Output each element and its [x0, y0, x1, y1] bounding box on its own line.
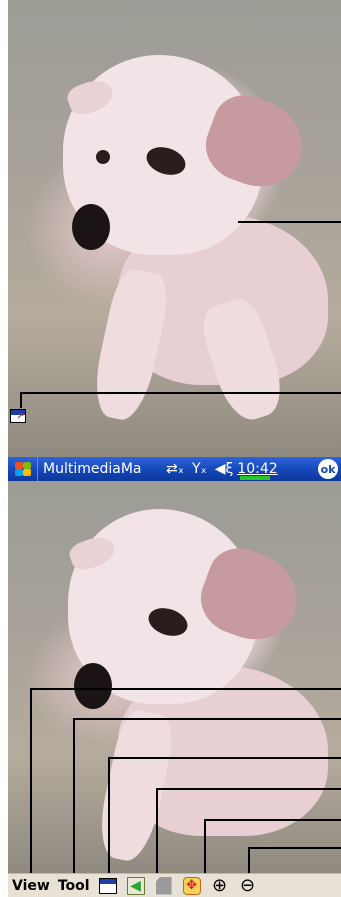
photo-view-bottom [8, 481, 341, 873]
callout-line [204, 819, 206, 873]
callout-line [248, 847, 341, 849]
menu-view[interactable]: View [8, 878, 54, 894]
puppy-nose [74, 663, 112, 709]
window-toggle-icon [98, 877, 117, 894]
clock-text: 10:42 [237, 461, 278, 477]
battery-indicator [240, 476, 271, 480]
callout-line [30, 688, 32, 873]
disabled-button [154, 876, 174, 896]
callout-line [30, 688, 341, 690]
zoom-in-icon: ⊕ [212, 874, 228, 896]
callout-line [20, 392, 22, 408]
zoom-in-button[interactable]: ⊕ [210, 876, 230, 896]
puppy-nose [72, 204, 110, 250]
zoom-out-button[interactable]: ⊖ [238, 876, 258, 896]
callout-line [108, 757, 110, 873]
window-toggle-icon[interactable]: ↗ [10, 409, 26, 423]
menu-bar: View Tool ◀ ✥ ⊕ ⊖ [8, 873, 341, 897]
callout-line [20, 392, 341, 394]
connectivity-icon[interactable]: ⇄ₓ [166, 461, 184, 477]
callout-line [238, 221, 341, 223]
callout-line [248, 847, 250, 873]
back-icon: ◀ [126, 876, 145, 895]
start-button[interactable] [8, 457, 38, 481]
callout-line [108, 757, 341, 759]
callout-line [156, 788, 158, 873]
disabled-icon [155, 876, 172, 895]
callout-line [204, 819, 341, 821]
status-icons: ⇄ₓ Yₓ ◀ξ [160, 461, 233, 477]
puppy-eye [96, 150, 110, 164]
move-icon: ✥ [182, 876, 201, 895]
callout-line [73, 718, 341, 720]
signal-off-icon[interactable]: Yₓ [192, 461, 207, 477]
zoom-out-icon: ⊖ [240, 874, 256, 896]
volume-icon[interactable]: ◀ξ [215, 461, 234, 477]
taskbar: MultimediaMa ⇄ₓ Yₓ ◀ξ 10:42 ok [8, 457, 341, 481]
callout-line [73, 718, 75, 873]
window-toggle-button[interactable] [98, 876, 118, 896]
menu-tool[interactable]: Tool [54, 878, 94, 894]
ok-button[interactable]: ok [318, 459, 338, 479]
clock[interactable]: 10:42 [233, 461, 278, 480]
app-title: MultimediaMa [43, 461, 142, 477]
callout-line [156, 788, 341, 790]
photo-view-top: ↗ [8, 0, 341, 457]
start-flag-icon [14, 461, 32, 477]
back-button[interactable]: ◀ [126, 876, 146, 896]
move-button[interactable]: ✥ [182, 876, 202, 896]
